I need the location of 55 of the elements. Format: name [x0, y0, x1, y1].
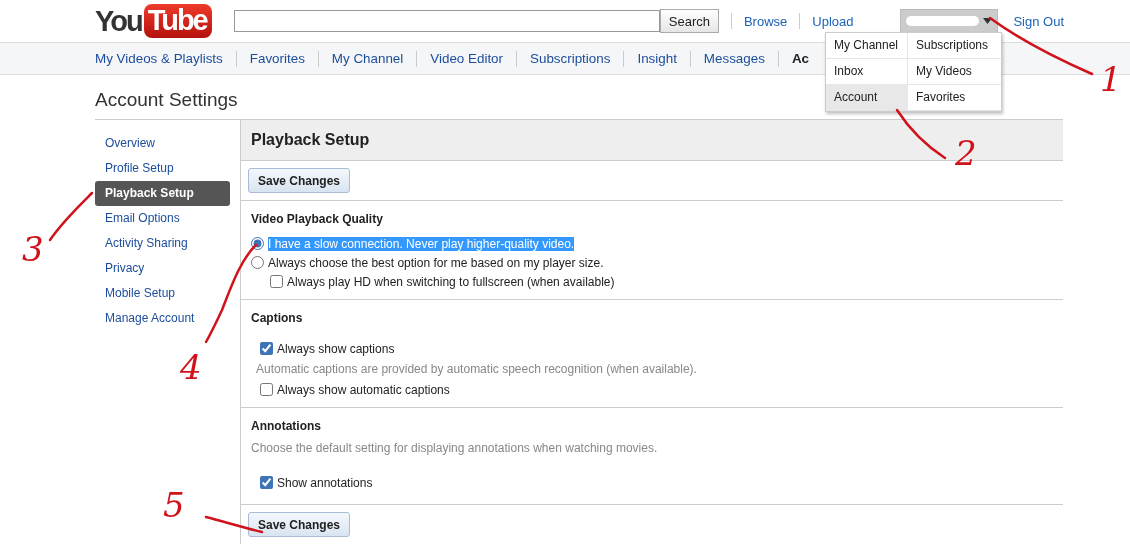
checkbox[interactable] [270, 275, 283, 288]
section-heading: Captions [251, 311, 304, 325]
save-button[interactable]: Save Changes [248, 512, 351, 537]
sign-out-link[interactable]: Sign Out [1013, 13, 1064, 29]
menu-item[interactable]: Favorites [908, 85, 1001, 111]
section-heading: Annotations [251, 419, 322, 433]
nav-tab[interactable]: Subscriptions [530, 51, 611, 66]
radio-button[interactable] [251, 256, 264, 269]
search-field[interactable] [233, 10, 660, 32]
checkbox[interactable] [260, 383, 273, 396]
menu-item[interactable]: Account [826, 85, 908, 111]
sidebar-item[interactable]: Privacy [95, 256, 230, 281]
menu-item[interactable]: Subscriptions [908, 33, 1001, 59]
nav-tab[interactable]: Ac [791, 51, 809, 66]
annotation-number: 5 [163, 488, 185, 522]
help-text: Automatic captions are provided by automatic speech recognition (when available). [255, 362, 698, 378]
checkbox[interactable] [260, 342, 273, 355]
caret-icon [983, 18, 993, 24]
annotation-number: 2 [955, 136, 977, 170]
leader-line [48, 191, 94, 242]
option-label: I have a slow connection. Never play higher-quality video. [268, 236, 575, 251]
menu-item[interactable]: My Channel [826, 33, 908, 59]
panel-title: Playback Setup [251, 131, 370, 149]
save-button[interactable]: Save Changes [248, 168, 351, 193]
header-link[interactable]: Browse [743, 13, 788, 29]
option-label: Always show automatic captions [277, 382, 450, 397]
option-label: Always show captions [277, 341, 395, 356]
annotation-number: 1 [1100, 62, 1122, 96]
annotation-number: 3 [22, 232, 44, 266]
section-heading: Video Playback Quality [251, 212, 384, 226]
option-label: Always choose the best option for me based on my player size. [268, 255, 604, 270]
sidebar-item[interactable]: Profile Setup [95, 156, 230, 181]
nav-tab[interactable]: My Videos & Playlists [95, 51, 223, 66]
menu-item[interactable]: My Videos [908, 59, 1001, 85]
sidebar-item[interactable]: Email Options [95, 206, 230, 231]
header-link[interactable]: Upload [812, 13, 854, 29]
sidebar-item[interactable]: Overview [95, 131, 230, 156]
nav-tab[interactable]: Video Editor [430, 51, 503, 66]
search-button[interactable]: Search [659, 9, 719, 33]
nav-tab[interactable]: Favorites [249, 51, 305, 66]
radio-button[interactable] [251, 237, 264, 250]
nav-tab[interactable]: Messages [703, 51, 765, 66]
sidebar-item[interactable]: Activity Sharing [95, 231, 230, 256]
checkbox[interactable] [260, 476, 273, 489]
account-menu-button[interactable] [900, 9, 999, 33]
option-label: Show annotations [277, 475, 373, 490]
option-label: Always play HD when switching to fullscreen (when available) [287, 274, 615, 289]
sidebar-item[interactable]: Mobile Setup [95, 281, 230, 306]
nav-tab[interactable]: Insight [637, 51, 677, 66]
nav-tab[interactable]: My Channel [331, 51, 404, 66]
sidebar-item[interactable]: Playback Setup [95, 181, 230, 206]
annotation-number: 4 [180, 350, 202, 384]
leader-line [895, 108, 947, 160]
section-description: Choose the default setting for displaying annotations when watching movies. [251, 441, 659, 457]
sidebar-item[interactable]: Manage Account [95, 306, 230, 331]
